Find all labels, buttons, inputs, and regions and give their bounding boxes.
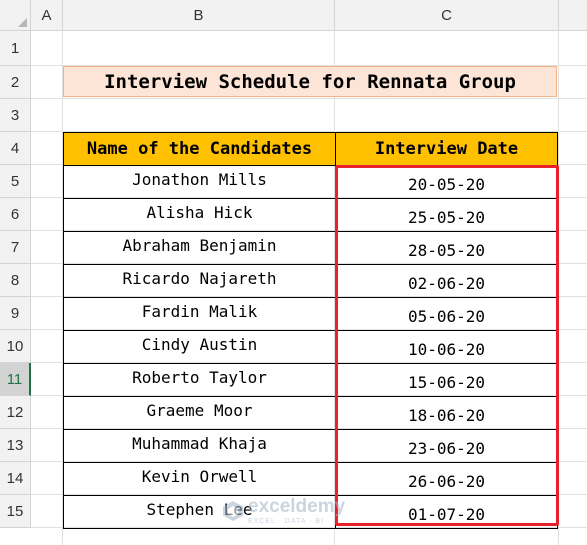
candidate-name: Ricardo Najareth [122, 268, 277, 288]
select-all-corner[interactable] [0, 0, 31, 31]
candidate-name-cell[interactable]: Cindy Austin [63, 330, 336, 364]
gridline [31, 98, 587, 99]
header-interview-date[interactable]: Interview Date [335, 132, 558, 166]
sheet-title[interactable]: Interview Schedule for Rennata Group [63, 66, 557, 97]
candidate-name: Kevin Orwell [141, 466, 258, 486]
row-header-5[interactable]: 5 [0, 165, 31, 198]
row-header-6[interactable]: 6 [0, 198, 31, 231]
column-header-d[interactable] [559, 0, 587, 31]
column-header-a[interactable]: A [31, 0, 63, 31]
candidate-name-cell[interactable]: Graeme Moor [63, 396, 336, 430]
candidate-name: Fardin Malik [141, 301, 258, 321]
candidate-name-cell[interactable]: Roberto Taylor [63, 363, 336, 397]
header-name-of-candidates[interactable]: Name of the Candidates [63, 132, 336, 166]
row-header-15[interactable]: 15 [0, 495, 31, 528]
candidate-name-cell[interactable]: Muhammad Khaja [63, 429, 336, 463]
row-header-7[interactable]: 7 [0, 231, 31, 264]
candidate-name-cell[interactable]: Jonathon Mills [63, 165, 336, 199]
row-header-10[interactable]: 10 [0, 330, 31, 363]
row-header-13[interactable]: 13 [0, 429, 31, 462]
row-header-11[interactable]: 11 [0, 363, 31, 396]
candidate-name: Roberto Taylor [132, 367, 267, 387]
row-header-1[interactable]: 1 [0, 31, 31, 66]
column-header-b[interactable]: B [63, 0, 335, 31]
table-header-row: Name of the Candidates Interview Date [63, 132, 558, 166]
candidate-name: Jonathon Mills [132, 169, 267, 189]
row-header-3[interactable]: 3 [0, 99, 31, 132]
row-header-8[interactable]: 8 [0, 264, 31, 297]
row-header-12[interactable]: 12 [0, 396, 31, 429]
date-column-highlight [335, 165, 559, 526]
candidate-name: Graeme Moor [146, 400, 253, 420]
candidate-name-cell[interactable]: Alisha Hick [63, 198, 336, 232]
row-header-14[interactable]: 14 [0, 462, 31, 495]
row-header-9[interactable]: 9 [0, 297, 31, 330]
select-all-triangle-icon [18, 18, 27, 27]
candidate-name: Alisha Hick [146, 202, 253, 222]
column-header-c[interactable]: C [335, 0, 559, 31]
candidate-name-cell[interactable]: Ricardo Najareth [63, 264, 336, 298]
row-header-4[interactable]: 4 [0, 132, 31, 165]
candidate-name-cell[interactable]: Abraham Benjamin [63, 231, 336, 265]
candidate-name: Stephen Lee [146, 499, 253, 519]
candidate-name: Cindy Austin [141, 334, 258, 354]
row-header-2[interactable]: 2 [0, 66, 31, 99]
candidate-name-cell[interactable]: Kevin Orwell [63, 462, 336, 496]
candidate-name: Abraham Benjamin [122, 235, 277, 255]
candidate-name-cell[interactable]: Stephen Lee [63, 495, 336, 529]
candidate-name: Muhammad Khaja [132, 433, 267, 453]
candidate-name-cell[interactable]: Fardin Malik [63, 297, 336, 331]
